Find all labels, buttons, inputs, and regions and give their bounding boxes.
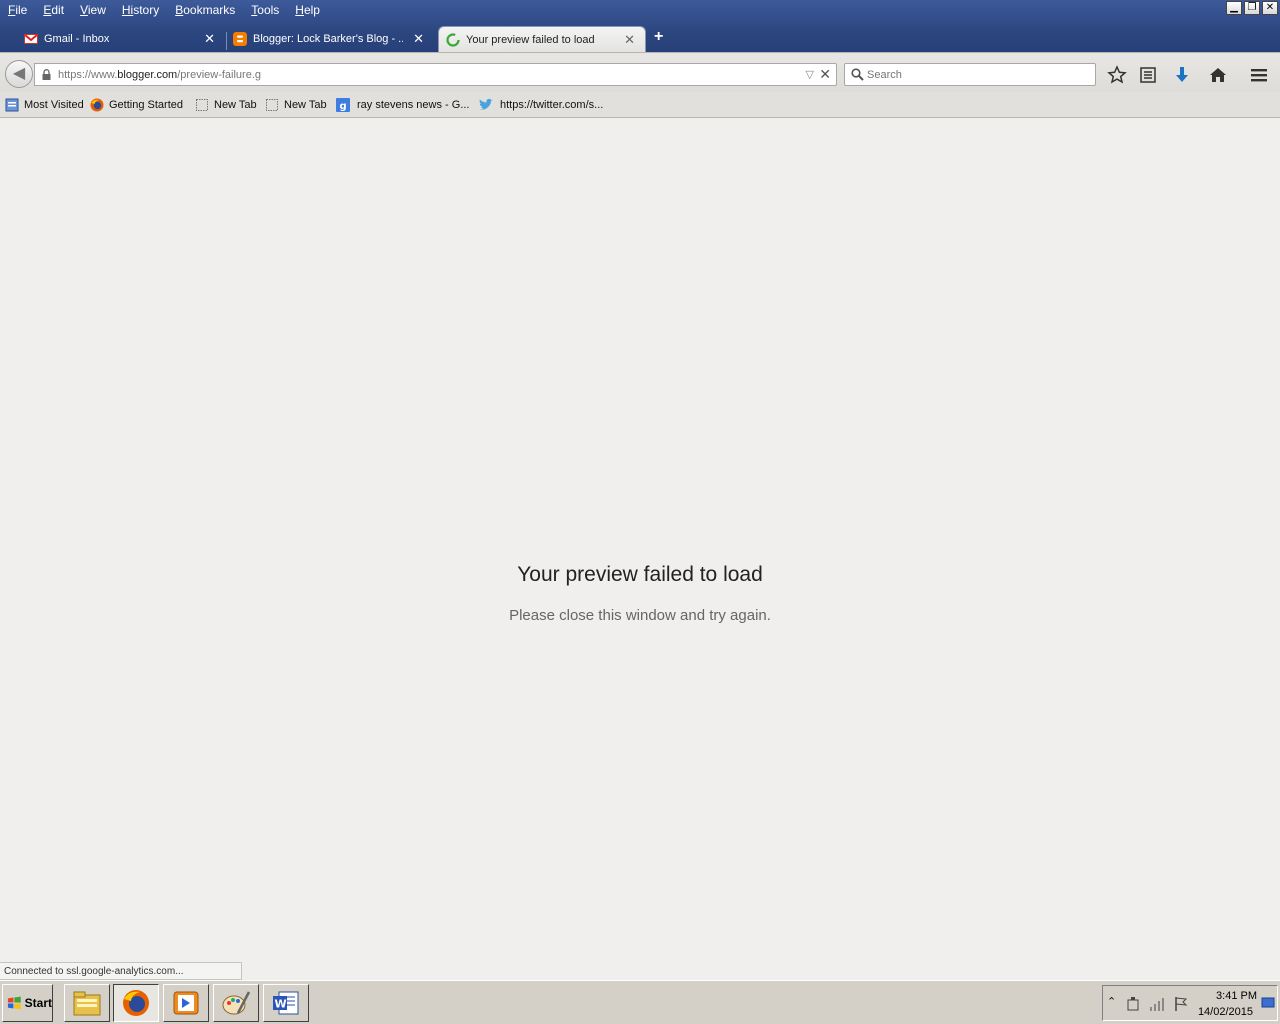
firefox-icon	[123, 990, 149, 1016]
windows-taskbar: Start W ⌃ 3:41 PM 14/02/2015	[0, 980, 1280, 1024]
home-icon[interactable]	[1208, 65, 1228, 85]
tab-label: Gmail - Inbox	[44, 33, 110, 45]
url-bar[interactable]: https://www.blogger.com/preview-failure.…	[34, 63, 837, 86]
menu-help[interactable]: Help	[287, 0, 328, 20]
twitter-icon	[479, 98, 493, 110]
bookmark-twitter[interactable]: https://twitter.com/s...	[478, 97, 603, 113]
system-tray: ⌃ 3:41 PM 14/02/2015	[1102, 985, 1278, 1021]
tab-label: Your preview failed to load	[466, 33, 595, 46]
error-message: Please close this window and try again.	[509, 607, 771, 624]
taskbar-firefox[interactable]	[113, 984, 159, 1022]
taskbar-word[interactable]: W	[263, 984, 309, 1022]
word-icon: W	[273, 991, 299, 1015]
show-hidden-icons-icon[interactable]: ⌃	[1107, 995, 1123, 1011]
close-window-button[interactable]: ✕	[1262, 1, 1278, 15]
windows-logo-icon	[7, 996, 21, 1010]
new-tab-button[interactable]: +	[654, 28, 663, 46]
clock-date[interactable]: 14/02/2015	[1183, 1006, 1253, 1018]
menu-edit[interactable]: Edit	[35, 0, 72, 20]
tab-strip: Gmail - Inbox ✕ Blogger: Lock Barker's B…	[0, 24, 1280, 52]
menu-history[interactable]: History	[114, 0, 167, 20]
status-bar: Connected to ssl.google-analytics.com...	[0, 962, 242, 980]
taskbar-paint[interactable]	[213, 984, 259, 1022]
network-signal-icon[interactable]	[1149, 996, 1165, 1012]
clock-time[interactable]: 3:41 PM	[1197, 990, 1257, 1002]
taskbar-media-player[interactable]	[163, 984, 209, 1022]
url-text[interactable]: https://www.blogger.com/preview-failure.…	[58, 69, 261, 81]
stop-loading-icon[interactable]: ✕	[819, 66, 831, 83]
error-title: Your preview failed to load	[517, 563, 763, 586]
window-titlebar: File Edit View History Bookmarks Tools H…	[0, 0, 1280, 52]
bookmarks-toolbar: Most Visited Getting Started New Tab New…	[0, 92, 1280, 118]
menu-bar: File Edit View History Bookmarks Tools H…	[0, 0, 328, 20]
svg-text:g: g	[340, 101, 347, 112]
menu-tools[interactable]: Tools	[243, 0, 287, 20]
bookmark-star-icon[interactable]	[1107, 65, 1127, 85]
back-button[interactable]: ◀	[5, 60, 33, 88]
page-content: Your preview failed to load Please close…	[0, 118, 1280, 980]
bookmark-most-visited[interactable]: Most Visited	[5, 97, 84, 113]
menu-view[interactable]: View	[72, 0, 114, 20]
search-icon	[851, 68, 864, 81]
show-desktop-icon[interactable]	[1261, 996, 1275, 1010]
back-arrow-icon: ◀	[12, 65, 26, 82]
most-visited-icon	[5, 98, 19, 112]
minimize-button[interactable]: ▁	[1226, 1, 1242, 15]
tab-preview-active[interactable]: Your preview failed to load ✕	[438, 26, 646, 52]
menu-bookmarks[interactable]: Bookmarks	[167, 0, 243, 20]
tab-close-icon[interactable]: ✕	[413, 31, 424, 47]
blogger-icon	[233, 32, 247, 46]
paint-icon	[222, 991, 251, 1015]
search-input[interactable]	[867, 66, 1087, 84]
tab-separator	[226, 32, 227, 50]
navigation-toolbar: ◀ https://www.blogger.com/preview-failur…	[0, 52, 1280, 92]
blank-page-icon	[266, 99, 278, 111]
taskbar-file-explorer[interactable]	[64, 984, 110, 1022]
loading-spinner-icon	[446, 33, 460, 47]
window-controls: ▁ ❐ ✕	[1226, 1, 1278, 15]
blank-page-icon	[196, 99, 208, 111]
downloads-icon[interactable]	[1172, 65, 1192, 85]
bookmark-ray-stevens[interactable]: g ray stevens news - G...	[336, 97, 469, 113]
file-explorer-icon	[73, 991, 101, 1016]
hamburger-menu-icon[interactable]	[1249, 65, 1269, 85]
tab-gmail-inbox[interactable]: Gmail - Inbox ✕	[20, 26, 225, 52]
tab-close-icon[interactable]: ✕	[624, 32, 635, 48]
tab-label: Blogger: Lock Barker's Blog - ...	[253, 33, 403, 45]
bookmark-getting-started[interactable]: Getting Started	[90, 97, 183, 113]
firefox-icon	[90, 98, 104, 112]
google-icon: g	[336, 98, 350, 112]
bookmarks-menu-icon[interactable]	[1138, 65, 1158, 85]
search-bar[interactable]	[844, 63, 1096, 86]
power-icon[interactable]	[1125, 996, 1141, 1012]
media-player-icon	[173, 991, 199, 1015]
restore-button[interactable]: ❐	[1244, 1, 1260, 15]
start-button[interactable]: Start	[2, 984, 53, 1022]
menu-file[interactable]: File	[0, 0, 35, 20]
tab-blogger[interactable]: Blogger: Lock Barker's Blog - ... ✕	[229, 26, 434, 52]
tab-close-icon[interactable]: ✕	[204, 31, 215, 47]
bookmark-new-tab-1[interactable]: New Tab	[195, 97, 257, 113]
lock-icon	[42, 69, 51, 80]
bookmark-new-tab-2[interactable]: New Tab	[265, 97, 327, 113]
gmail-icon	[24, 34, 38, 44]
url-dropdown-icon[interactable]: ▽	[806, 68, 814, 81]
svg-text:W: W	[275, 998, 287, 1011]
